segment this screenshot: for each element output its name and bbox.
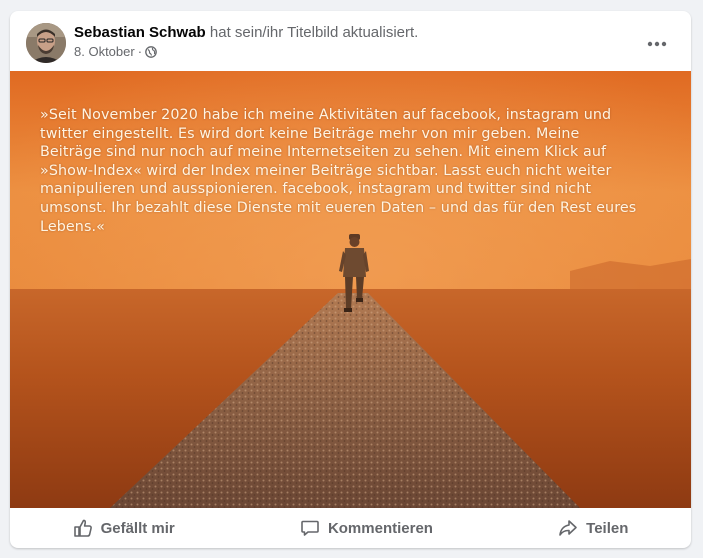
meta-separator: · <box>137 44 143 59</box>
share-label: Teilen <box>586 519 629 537</box>
comment-icon <box>300 518 320 538</box>
globe-icon[interactable] <box>145 45 157 58</box>
more-options-icon <box>647 34 667 52</box>
post-meta: 8. Oktober · <box>74 44 157 59</box>
share-button[interactable]: Teilen <box>518 512 668 544</box>
comment-label: Kommentieren <box>327 519 433 537</box>
post-header: Sebastian Schwab hat sein/ihr Titelbild … <box>10 11 691 71</box>
share-icon <box>558 518 578 538</box>
post-card: Sebastian Schwab hat sein/ihr Titelbild … <box>10 11 691 548</box>
post-date[interactable]: 8. Oktober <box>74 44 135 59</box>
author-name[interactable]: Sebastian Schwab <box>74 24 206 41</box>
avatar[interactable] <box>26 23 66 63</box>
cover-photo[interactable]: »Seit November 2020 habe ich meine Aktiv… <box>10 71 691 508</box>
comment-button[interactable]: Kommentieren <box>260 512 473 544</box>
post-action-text: hat sein/ihr Titelbild aktualisiert. <box>205 24 419 41</box>
like-label: Gefällt mir <box>100 519 175 537</box>
cover-photo-caption: »Seit November 2020 habe ich meine Aktiv… <box>40 107 637 235</box>
post-title-line: Sebastian Schwab hat sein/ihr Titelbild … <box>74 24 418 41</box>
more-options-button[interactable] <box>639 25 675 61</box>
like-button[interactable]: Gefällt mir <box>33 512 215 544</box>
thumbs-up-icon <box>73 518 93 538</box>
post-actions-bar: Gefällt mir Kommentieren Teilen <box>10 508 691 548</box>
